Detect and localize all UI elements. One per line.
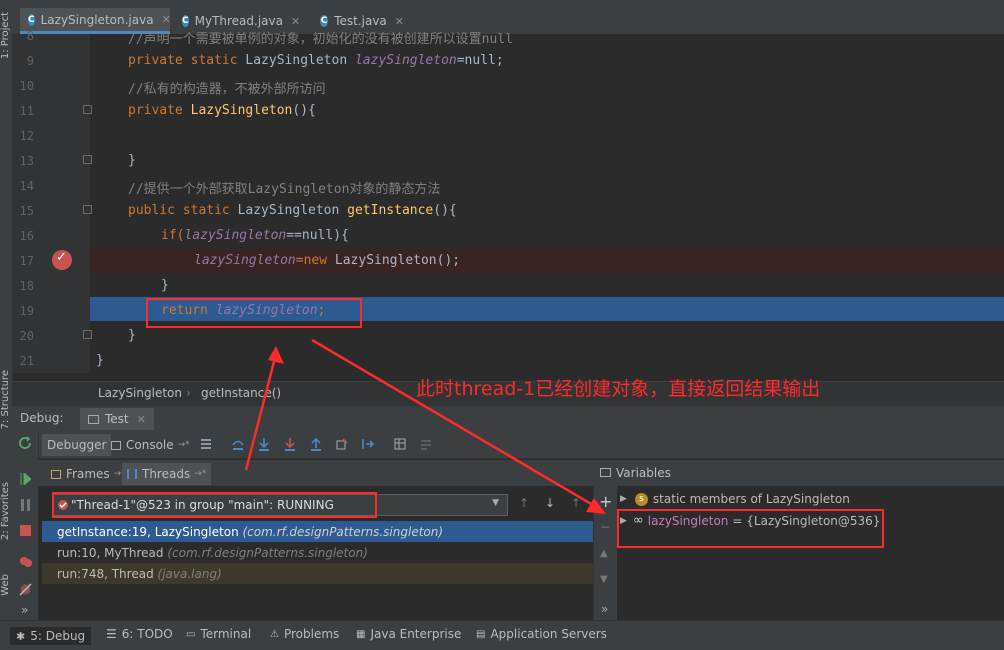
annotation-arrow-up	[244, 353, 278, 471]
arrow-head	[586, 498, 606, 514]
annotation-arrows	[244, 338, 606, 514]
arrow-head	[268, 346, 284, 364]
annotation-arrow-down	[311, 338, 599, 510]
